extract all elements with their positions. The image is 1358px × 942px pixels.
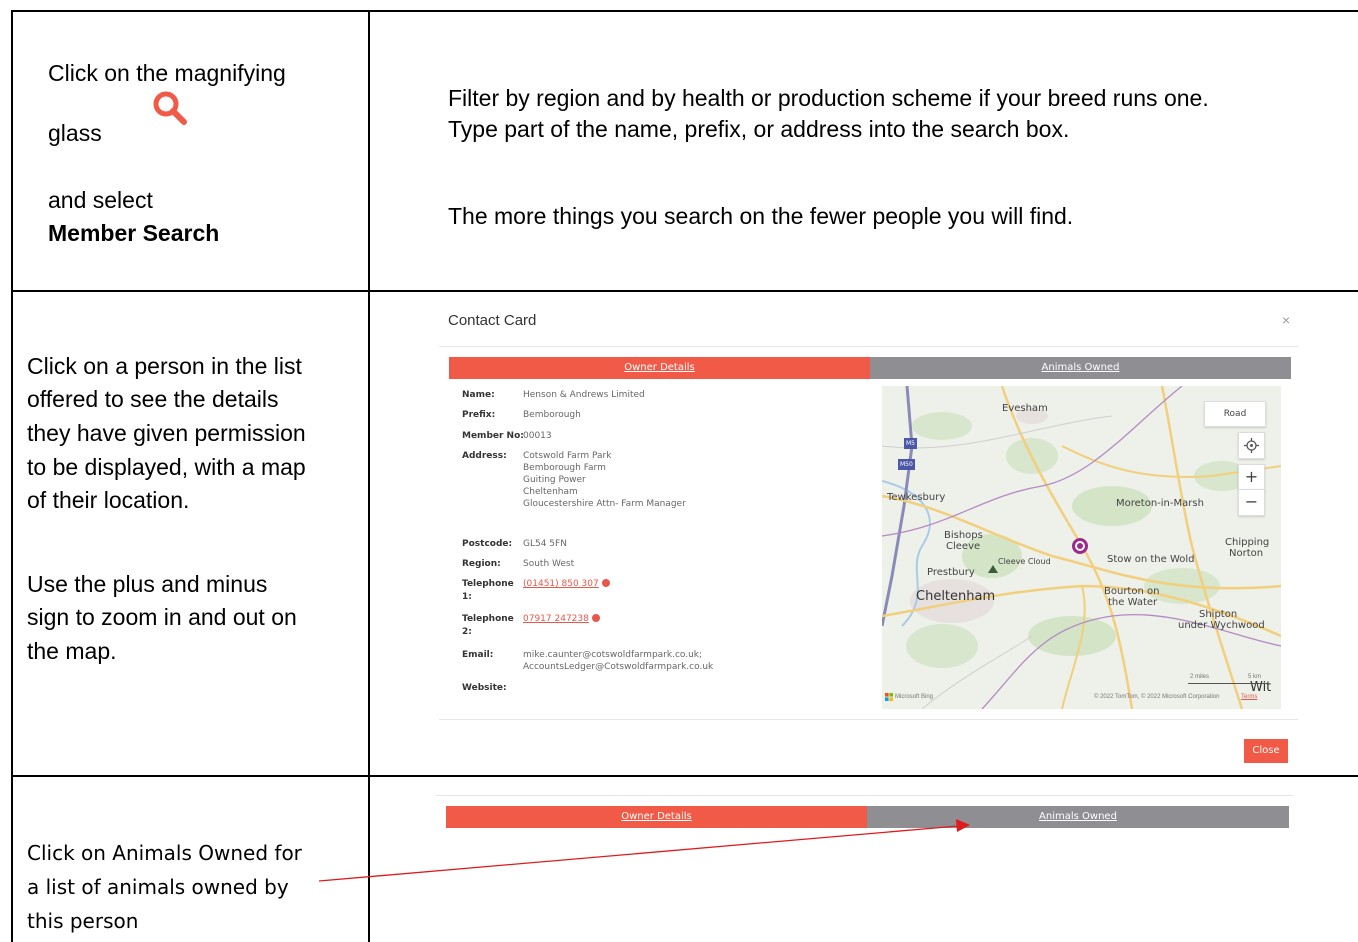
pointer-arrow (318, 819, 970, 882)
